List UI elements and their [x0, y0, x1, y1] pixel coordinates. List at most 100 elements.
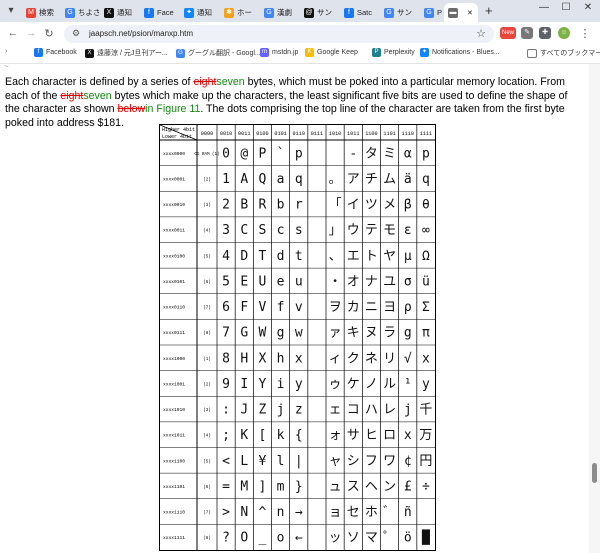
character-glyph: z	[295, 403, 303, 418]
browser-tab[interactable]: G サン	[380, 3, 418, 22]
menu-icon[interactable]: ⋮	[578, 27, 592, 40]
corner-lower-label: Lower 4bit	[162, 134, 192, 140]
character-glyph: R	[259, 198, 267, 213]
bookmarks-menu-icon[interactable]: ›	[5, 48, 7, 55]
character-glyph: ñ	[404, 505, 412, 520]
browser-tab[interactable]: f Satc	[340, 3, 378, 22]
character-glyph: ナ	[365, 274, 378, 289]
reload-icon[interactable]: ↻	[42, 27, 56, 40]
character-glyph: ケ	[347, 377, 360, 392]
extensions-puzzle-icon[interactable]: ✚	[539, 27, 551, 39]
figure-11-link[interactable]: Figure 11	[156, 103, 200, 115]
character-glyph: f	[277, 300, 285, 315]
character-glyph: 4	[222, 249, 230, 264]
bookmark-item[interactable]: m mstdn.jp	[260, 48, 298, 57]
tab-label: サン	[397, 8, 412, 17]
profile-avatar[interactable]: ☺	[558, 27, 570, 39]
tab-label: ちよさ	[78, 8, 99, 17]
site-info-icon[interactable]: ⚙	[72, 28, 80, 39]
character-glyph: ü	[422, 274, 430, 289]
row-label: xxxx0100	[163, 253, 185, 259]
character-glyph: g	[404, 326, 412, 341]
character-glyph: d	[277, 249, 285, 264]
address-bar[interactable]: ⚙ jaapsch.net/psion/manxp.htm ☆	[64, 25, 494, 43]
bookmark-label: Notifications - Blues...	[432, 49, 500, 56]
column-header: 0010	[220, 131, 232, 137]
tab-strip: ▾ M検索GちよさX通知fFace✦通知✱ホーG漢劇@サンfSatcGサンGPs…	[0, 0, 600, 22]
bookmark-item[interactable]: X 遠藤涼 / 元J旦刊アー...	[85, 48, 168, 58]
browser-tab[interactable]: G ちよさ	[61, 3, 99, 22]
misskey-icon: ✱	[224, 7, 234, 18]
character-glyph: _	[259, 531, 267, 546]
url-text[interactable]: jaapsch.net/psion/manxp.htm	[89, 29, 193, 38]
close-tab-icon[interactable]: ✕	[467, 9, 473, 17]
inserted-text: seven	[83, 89, 112, 102]
bookmark-label: 遠藤涼 / 元J旦刊アー...	[97, 50, 168, 57]
character-glyph: メ	[383, 198, 396, 213]
tab-search-icon[interactable]: ▾	[4, 4, 18, 18]
new-extension-badge[interactable]: New	[500, 27, 516, 39]
character-glyph: [	[259, 428, 267, 443]
character-glyph: l	[277, 454, 285, 469]
browser-tab[interactable]: ✱ ホー	[220, 3, 258, 22]
row-label: xxxx0000	[163, 151, 185, 157]
browser-tab[interactable]: @ サン	[300, 3, 338, 22]
row-label: xxxx1000	[163, 356, 185, 362]
character-glyph: ヒ	[365, 428, 378, 443]
character-glyph: ォ	[329, 428, 342, 443]
character-glyph: セ	[347, 505, 360, 520]
cgram-label: (6)	[203, 280, 211, 285]
character-glyph: ö	[404, 531, 412, 546]
close-icon[interactable]: ✕	[579, 2, 597, 13]
character-glyph: n	[277, 505, 285, 520]
back-icon[interactable]: ←	[6, 27, 20, 39]
character-glyph: u	[295, 274, 303, 289]
browser-tab[interactable]: G 漢劇	[260, 3, 298, 22]
character-glyph: ユ	[383, 274, 396, 289]
browser-tab[interactable]: f Face	[140, 3, 178, 22]
character-glyph: Y	[259, 377, 267, 392]
browser-tab[interactable]: ▬ ✕	[444, 3, 478, 22]
minimize-icon[interactable]: —	[535, 2, 553, 13]
forward-icon[interactable]: →	[24, 27, 38, 39]
character-glyph: ¢	[404, 454, 412, 469]
maximize-icon[interactable]: ☐	[557, 2, 575, 13]
bookmark-star-icon[interactable]: ☆	[476, 27, 486, 40]
character-glyph: ト	[365, 249, 378, 264]
browser-tab[interactable]: M 検索	[22, 3, 60, 22]
character-glyph: 」	[329, 223, 342, 238]
bookmark-item[interactable]: f Facebook	[34, 48, 77, 57]
row-label: xxxx0010	[163, 202, 185, 208]
character-glyph: Q	[259, 172, 267, 187]
column-header: 1010	[329, 131, 341, 137]
browser-tab[interactable]: ✦ 通知	[180, 3, 218, 22]
column-header: 0110	[293, 131, 305, 137]
bookmark-item[interactable]: P Perplexity	[372, 48, 415, 57]
character-glyph: ソ	[347, 531, 360, 546]
character-glyph: █	[421, 529, 430, 546]
cgram-label: (3)	[203, 408, 211, 413]
character-glyph: 3	[222, 223, 230, 238]
character-glyph: σ	[404, 274, 412, 289]
character-glyph: h	[277, 351, 285, 366]
character-glyph: ァ	[329, 326, 342, 341]
all-bookmarks-button[interactable]: すべてのブックマーク	[527, 48, 600, 58]
character-glyph: 9	[222, 377, 230, 392]
character-glyph: ア	[347, 172, 360, 187]
column-header: 0111	[311, 131, 323, 137]
browser-tab[interactable]: X 通知	[100, 3, 138, 22]
browser-tab[interactable]: GPsi	[420, 3, 442, 22]
bookmark-item[interactable]: ✦ Notifications - Blues...	[420, 48, 500, 57]
scrollbar-thumb[interactable]	[592, 463, 597, 483]
character-glyph: 2	[222, 198, 230, 213]
cgram-label: (5)	[203, 459, 211, 464]
new-tab-button[interactable]: +	[485, 3, 493, 18]
row-label: xxxx1011	[163, 433, 185, 439]
bookmark-item[interactable]: K Google Keep	[305, 48, 358, 57]
cgram-label: (4)	[203, 434, 211, 439]
character-glyph: y	[295, 377, 303, 392]
bookmark-label: mstdn.jp	[272, 49, 299, 56]
character-glyph: リ	[383, 351, 396, 366]
bookmark-item[interactable]: G グーグル翻訳 - Googl...	[176, 48, 261, 58]
extension-icon[interactable]: ✎	[521, 27, 533, 39]
